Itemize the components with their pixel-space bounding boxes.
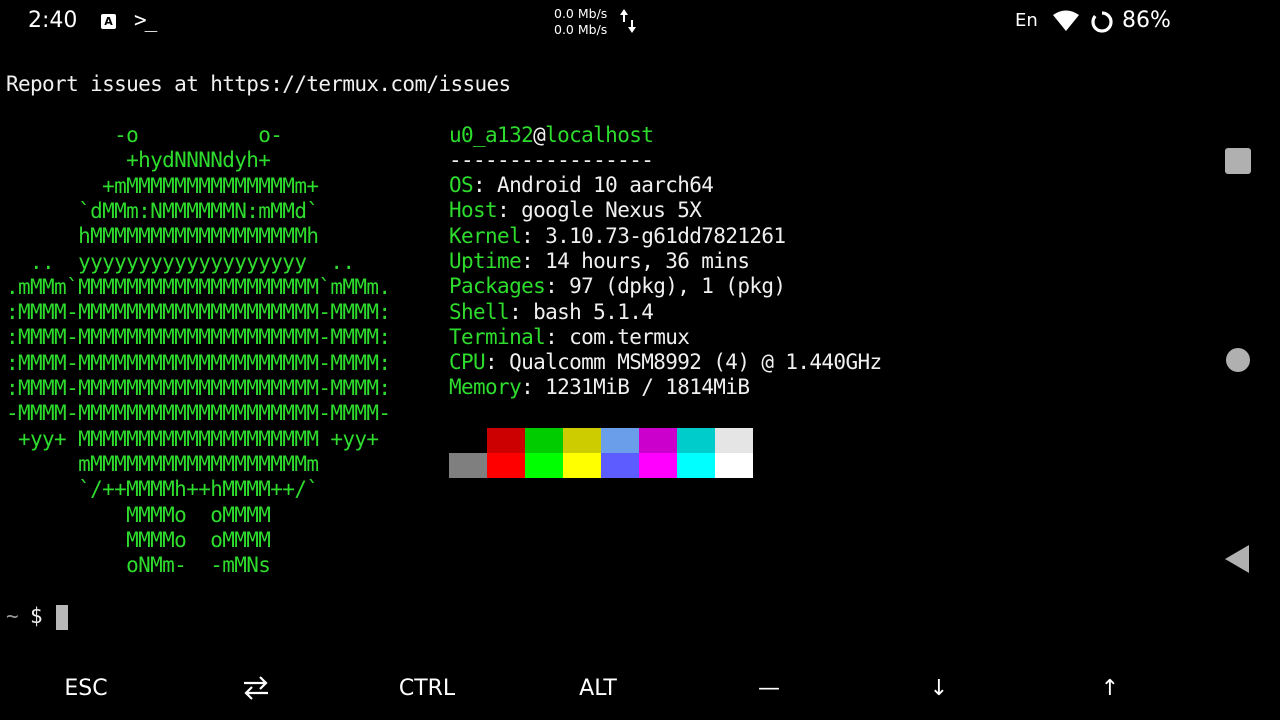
ascii-logo-line: MMMMo oMMMM (6, 527, 271, 552)
extra-keys-row: ESC CTRL ALT — ↓ ↑ (0, 660, 1280, 720)
user-host-line: u0_a132@localhost (449, 123, 654, 148)
color-palette (449, 428, 753, 479)
info-key: Packages (449, 274, 546, 299)
battery-percent: 86% (1122, 8, 1171, 33)
prompt-line: ~ $ (6, 604, 43, 629)
prompt-dollar: $ (30, 604, 43, 628)
ascii-logo-line: `/++MMMMh++hMMMM++/` (6, 477, 319, 502)
terminal-icon: >_ (134, 8, 157, 32)
prompt-tilde: ~ (6, 604, 19, 628)
home-button[interactable] (1226, 348, 1250, 372)
info-line: OS: Android 10 aarch64 (449, 173, 714, 198)
ascii-logo-line: .. yyyyyyyyyyyyyyyyyyy .. (6, 249, 355, 274)
ctrl-key[interactable]: CTRL (367, 660, 487, 716)
network-speed: 0.0 Mb/s 0.0 Mb/s (554, 6, 607, 38)
separator-line: ----------------- (449, 148, 654, 172)
info-key: OS (449, 173, 474, 197)
info-line: Packages: 97 (dpkg), 1 (pkg) (449, 274, 786, 299)
info-line: Shell: bash 5.1.4 (449, 299, 654, 325)
palette-swatch (487, 453, 525, 478)
ascii-logo-line: hMMMMMMMMMMMMMMMMMMh (6, 224, 319, 249)
info-line: Kernel: 3.10.73-g61dd7821261 (449, 223, 786, 249)
info-key: Memory (449, 375, 522, 400)
clock: 2:40 (28, 8, 78, 33)
info-value: : 1231MiB / 1814MiB (521, 375, 750, 400)
info-value: : com.termux (545, 324, 690, 349)
palette-swatch (639, 453, 677, 478)
info-value: : 14 hours, 36 mins (521, 248, 750, 273)
palette-swatch (639, 428, 677, 453)
palette-swatch (449, 453, 487, 478)
palette-swatch (563, 453, 601, 478)
esc-key[interactable]: ESC (26, 660, 146, 716)
recents-button[interactable] (1225, 148, 1251, 174)
username: u0_a132 (449, 123, 534, 147)
dash-key[interactable]: — (709, 660, 829, 716)
ascii-logo-line: :MMMM-MMMMMMMMMMMMMMMMMMMM-MMMM: (6, 350, 391, 375)
palette-swatch (449, 428, 487, 453)
tab-arrows-icon (244, 676, 268, 700)
info-key: Host (449, 198, 498, 223)
palette-swatch (677, 453, 715, 478)
info-key: CPU (449, 350, 486, 375)
ascii-logo-line: .mMMm`MMMMMMMMMMMMMMMMMMMM`mMMm. (6, 274, 391, 299)
palette-swatch (525, 453, 563, 478)
ascii-logo-line: -o o- (6, 123, 283, 147)
palette-swatch (715, 453, 753, 478)
ascii-logo-line: `dMMm:NMMMMMMN:mMMd` (6, 198, 319, 223)
at-sign: @ (533, 123, 546, 147)
ascii-logo-line: :MMMM-MMMMMMMMMMMMMMMMMMMM-MMMM: (6, 300, 391, 325)
ascii-logo-line: :MMMM-MMMMMMMMMMMMMMMMMMMM-MMMM: (6, 376, 391, 400)
info-value: : Qualcomm MSM8992 (4) @ 1.440GHz (485, 350, 882, 375)
info-value: : bash 5.1.4 (509, 299, 654, 324)
ascii-logo-line: +yy+ MMMMMMMMMMMMMMMMMMMM +yy+ (6, 426, 379, 451)
info-line: Host: google Nexus 5X (449, 198, 702, 223)
keyboard-language: En (1015, 10, 1038, 31)
palette-swatch (563, 428, 601, 453)
info-value: : Android 10 aarch64 (473, 173, 714, 197)
info-line: Uptime: 14 hours, 36 mins (449, 248, 750, 274)
info-key: Shell (449, 299, 510, 324)
back-button[interactable] (1224, 544, 1250, 574)
palette-swatch (601, 453, 639, 478)
palette-swatch (525, 428, 563, 453)
info-key: Uptime (449, 248, 522, 273)
up-arrow-key[interactable]: ↑ (1050, 660, 1170, 716)
ascii-logo-line: -MMMM-MMMMMMMMMMMMMMMMMMMM-MMMM- (6, 401, 391, 426)
a-icon: A (101, 14, 116, 29)
ascii-logo-line: +mMMMMMMMMMMMMMMm+ (6, 173, 319, 198)
ascii-logo-line: oNMm- -mMNs (6, 553, 271, 578)
hostname: localhost (545, 123, 654, 147)
terminal-cursor (56, 605, 68, 630)
info-value: : google Nexus 5X (497, 198, 702, 223)
info-value: : 3.10.73-g61dd7821261 (521, 223, 786, 248)
status-bar: 2:40 A >_ 0.0 Mb/s 0.0 Mb/s En 86% (0, 0, 1280, 44)
palette-swatch (715, 428, 753, 453)
tab-key[interactable] (196, 660, 316, 716)
download-speed: 0.0 Mb/s (554, 22, 608, 37)
info-line: Memory: 1231MiB / 1814MiB (449, 375, 750, 400)
info-line: CPU: Qualcomm MSM8992 (4) @ 1.440GHz (449, 350, 882, 375)
down-arrow-key[interactable]: ↓ (879, 660, 999, 716)
ascii-logo-line: MMMMo oMMMM (6, 502, 271, 527)
palette-swatch (677, 428, 715, 453)
info-key: Terminal (449, 324, 546, 349)
ascii-logo-line: +hydNNNNdyh+ (6, 148, 271, 173)
data-transfer-icon (620, 9, 636, 33)
upload-speed: 0.0 Mb/s (554, 6, 608, 21)
wifi-icon (1053, 10, 1079, 31)
ascii-logo-line: mMMMMMMMMMMMMMMMMMMm (6, 451, 319, 476)
report-issues-line: Report issues at https://termux.com/issu… (6, 72, 511, 96)
battery-icon (1091, 11, 1113, 33)
info-key: Kernel (449, 223, 522, 248)
alt-key[interactable]: ALT (538, 660, 658, 716)
palette-swatch (487, 428, 525, 453)
info-value: : 97 (dpkg), 1 (pkg) (545, 274, 786, 299)
info-line: Terminal: com.termux (449, 324, 690, 350)
palette-swatch (601, 428, 639, 453)
ascii-logo-line: :MMMM-MMMMMMMMMMMMMMMMMMMM-MMMM: (6, 325, 391, 350)
